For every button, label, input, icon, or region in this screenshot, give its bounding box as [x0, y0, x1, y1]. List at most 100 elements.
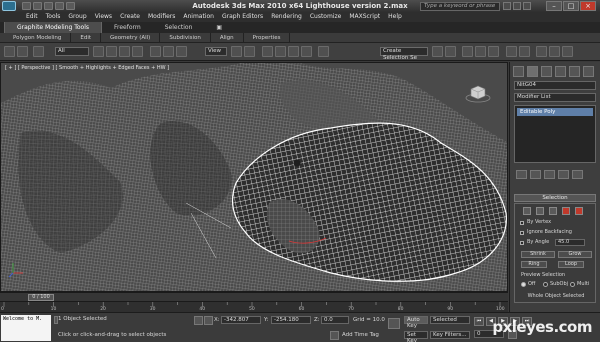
trackbar[interactable]: 0 10 20 30 40 50 60 70 80 90 100 — [0, 301, 508, 312]
polygon-level-icon[interactable] — [562, 207, 570, 215]
layer-manager-icon[interactable] — [462, 46, 473, 57]
display-tab-icon[interactable] — [569, 66, 580, 77]
menu-rendering[interactable]: Rendering — [271, 12, 302, 22]
redo-button-icon[interactable] — [17, 46, 28, 57]
preview-multi-radio[interactable] — [570, 282, 575, 287]
grow-button[interactable]: Grow — [558, 251, 592, 258]
search-icon[interactable] — [503, 2, 511, 10]
help-icon[interactable] — [523, 2, 531, 10]
x-coordinate-field[interactable]: -342.807 — [221, 316, 261, 324]
menu-group[interactable]: Group — [68, 12, 86, 22]
menu-customize[interactable]: Customize — [310, 12, 342, 22]
menu-edit[interactable]: Edit — [26, 12, 38, 22]
angle-spinner[interactable]: 45.0 — [555, 239, 585, 246]
shrink-button[interactable]: Shrink — [521, 251, 555, 258]
create-tab-icon[interactable] — [513, 66, 524, 77]
subscription-icon[interactable] — [513, 2, 521, 10]
maxscript-listener[interactable]: Welcome to M. — [1, 315, 51, 341]
pin-stack-icon[interactable] — [516, 170, 527, 179]
close-button[interactable]: × — [580, 1, 596, 11]
z-coordinate-field[interactable]: 0.0 — [321, 316, 349, 324]
minimize-button[interactable]: – — [546, 1, 562, 11]
menu-maxscript[interactable]: MAXScript — [349, 12, 380, 22]
curve-editor-icon[interactable] — [488, 46, 499, 57]
maximize-button[interactable]: □ — [563, 1, 579, 11]
ribbon-toggle-icon[interactable]: ▣ — [204, 22, 234, 33]
rotate-icon[interactable] — [163, 46, 174, 57]
named-selection-select[interactable]: Create Selection Se — [380, 47, 428, 61]
time-slider[interactable]: 0 / 100 — [0, 292, 508, 301]
schematic-view-icon[interactable] — [506, 46, 517, 57]
time-slider-thumb[interactable]: 0 / 100 — [28, 294, 54, 301]
loop-button[interactable]: Loop — [558, 261, 584, 268]
absolute-mode-icon[interactable] — [204, 316, 213, 325]
viewcube-icon[interactable] — [465, 81, 491, 103]
panel-geometry-all[interactable]: Geometry (All) — [101, 33, 161, 42]
scale-icon[interactable] — [176, 46, 187, 57]
align-icon[interactable] — [445, 46, 456, 57]
viewport-label[interactable]: [ + ] [ Perspective ] [ Smooth + Highlig… — [5, 65, 169, 71]
selection-filter-select[interactable]: All — [55, 47, 89, 56]
snap-toggle-icon[interactable] — [262, 46, 273, 57]
menu-tools[interactable]: Tools — [46, 12, 61, 22]
by-vertex-checkbox[interactable] — [520, 221, 524, 225]
show-end-result-icon[interactable] — [530, 170, 541, 179]
tab-freeform[interactable]: Freeform — [102, 22, 153, 33]
set-key-icon[interactable] — [388, 318, 400, 329]
by-angle-checkbox[interactable] — [520, 241, 524, 245]
menu-views[interactable]: Views — [95, 12, 112, 22]
hierarchy-tab-icon[interactable] — [541, 66, 552, 77]
set-key-button[interactable]: Set Key — [404, 331, 428, 342]
selection-rollout-header[interactable]: Selection — [514, 194, 596, 202]
window-crossing-icon[interactable] — [132, 46, 143, 57]
tab-graphite-modeling-tools[interactable]: Graphite Modeling Tools — [4, 22, 103, 33]
pivot-center-icon[interactable] — [231, 46, 242, 57]
menu-modifiers[interactable]: Modifiers — [148, 12, 175, 22]
select-object-icon[interactable] — [93, 46, 104, 57]
auto-key-button[interactable]: Auto Key — [404, 316, 428, 329]
menu-animation[interactable]: Animation — [183, 12, 214, 22]
key-filters-button[interactable]: Key Filters... — [430, 331, 470, 339]
menu-create[interactable]: Create — [120, 12, 140, 22]
search-input[interactable]: Type a keyword or phrase — [420, 2, 500, 11]
stack-item-editable-poly[interactable]: Editable Poly — [517, 108, 593, 116]
object-name-field[interactable]: NitG04 — [514, 81, 596, 90]
motion-tab-icon[interactable] — [555, 66, 566, 77]
panel-polygon-modeling[interactable]: Polygon Modeling — [4, 33, 72, 42]
mirror-icon[interactable] — [432, 46, 443, 57]
render-production-icon[interactable] — [562, 46, 573, 57]
border-level-icon[interactable] — [549, 207, 557, 215]
link-icon[interactable] — [33, 46, 44, 57]
ignore-backfacing-checkbox[interactable] — [520, 231, 524, 235]
y-coordinate-field[interactable]: -254.180 — [271, 316, 311, 324]
ring-button[interactable]: Ring — [521, 261, 547, 268]
select-manipulate-icon[interactable] — [244, 46, 255, 57]
modify-tab-icon[interactable] — [527, 66, 538, 77]
percent-snap-icon[interactable] — [288, 46, 299, 57]
rectangular-selection-icon[interactable] — [119, 46, 130, 57]
panel-properties[interactable]: Properties — [244, 33, 291, 42]
edge-level-icon[interactable] — [536, 207, 544, 215]
panel-subdivision[interactable]: Subdivision — [160, 33, 211, 42]
angle-snap-icon[interactable] — [275, 46, 286, 57]
utilities-tab-icon[interactable] — [583, 66, 594, 77]
panel-align[interactable]: Align — [211, 33, 244, 42]
rendered-frame-window-icon[interactable] — [549, 46, 560, 57]
key-mode-select[interactable]: Selected — [430, 316, 470, 324]
modifier-list-select[interactable]: Modifier List — [514, 93, 596, 102]
add-time-tag-label[interactable]: Add Time Tag — [342, 332, 379, 338]
perspective-viewport[interactable]: [ + ] [ Perspective ] [ Smooth + Highlig… — [0, 62, 508, 292]
graphite-toggle-icon[interactable] — [475, 46, 486, 57]
configure-modifier-sets-icon[interactable] — [572, 170, 583, 179]
vertex-level-icon[interactable] — [523, 207, 531, 215]
spinner-snap-icon[interactable] — [301, 46, 312, 57]
menu-graph-editors[interactable]: Graph Editors — [222, 12, 263, 22]
move-icon[interactable] — [150, 46, 161, 57]
preview-subobj-radio[interactable] — [543, 282, 548, 287]
reference-coordinate-select[interactable]: View — [205, 47, 227, 56]
material-editor-icon[interactable] — [519, 46, 530, 57]
panel-edit[interactable]: Edit — [71, 33, 102, 42]
edit-named-selection-icon[interactable] — [318, 46, 329, 57]
remove-modifier-icon[interactable] — [558, 170, 569, 179]
render-setup-icon[interactable] — [536, 46, 547, 57]
